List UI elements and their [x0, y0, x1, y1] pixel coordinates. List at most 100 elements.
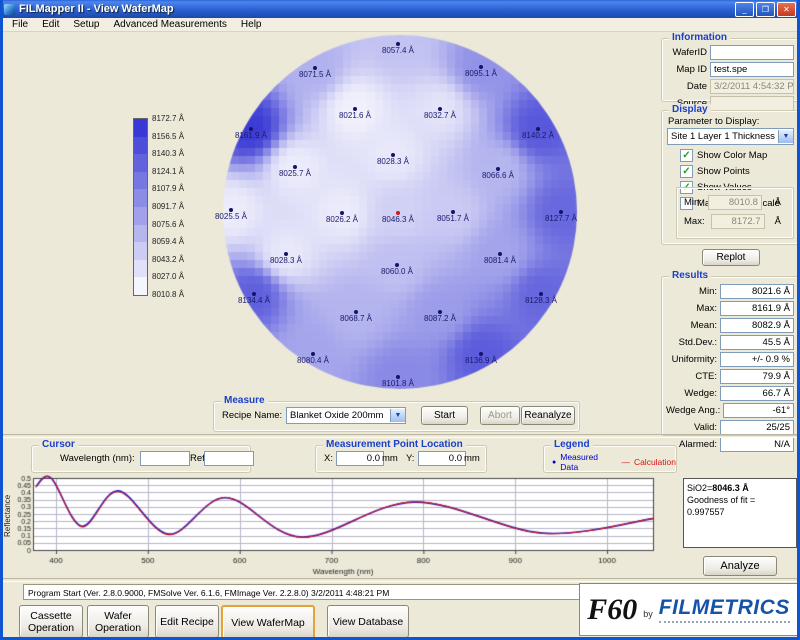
std-dev-value: 45.5 Å	[720, 335, 794, 350]
spectrum-chart[interactable]	[9, 474, 659, 576]
legend-group-label: Legend	[551, 439, 593, 450]
menu-item-edit[interactable]: Edit	[35, 19, 66, 30]
cte-label: CTE:	[666, 371, 717, 382]
footer-button-edit-recipe[interactable]: Edit Recipe	[155, 605, 219, 638]
spectrum-canvas[interactable]	[9, 474, 659, 576]
display-group: Display Parameter to Display: Site 1 Lay…	[661, 110, 800, 245]
filmapper-window: FILMapper II - View WaferMap _ ❐ ✕ FileE…	[0, 0, 800, 640]
point-value-label: 8081.4 Å	[468, 256, 532, 265]
result-row-wedge-ang: Wedge Ang.:-61°	[666, 403, 794, 418]
point-value-label: 8032.7 Å	[408, 111, 472, 120]
alarmed-value: N/A	[720, 437, 794, 452]
footer-button-view-database[interactable]: View Database	[327, 605, 409, 638]
point-value-label: 8140.2 Å	[506, 131, 570, 140]
footer-button-view-wafermap[interactable]: View WaferMap	[221, 605, 315, 640]
point-value-label: 8087.2 Å	[408, 314, 472, 323]
point-value-label: 8025.7 Å	[263, 169, 327, 178]
logo-model: F60	[587, 593, 637, 627]
point-value-label: 8101.8 Å	[366, 379, 430, 388]
footer-button-cassette-operation[interactable]: Cassette Operation	[19, 605, 83, 638]
logo-brand: FILMETRICS	[659, 596, 790, 623]
info-row-map-id: Map IDtest.spe	[666, 62, 794, 77]
fit-result-box: SiO2=8046.3 Å Goodness of fit = 0.997557	[683, 478, 797, 548]
y-unit-label: mm	[464, 453, 480, 464]
maximize-button[interactable]: ❐	[756, 2, 775, 17]
waferid-field[interactable]	[710, 45, 794, 60]
fit-thickness: 8046.3 Å	[712, 483, 749, 493]
point-value-label: 8068.7 Å	[324, 314, 388, 323]
manual-min-label: Min:	[684, 197, 702, 208]
valid-value: 25/25	[720, 420, 794, 435]
minimize-button[interactable]: _	[735, 2, 754, 17]
mpl-group-label: Measurement Point Location	[323, 439, 466, 450]
point-value-label: 8057.4 Å	[366, 46, 430, 55]
point-value-label: 8127.7 Å	[529, 214, 593, 223]
result-row-mean: Mean:8082.9 Å	[666, 318, 794, 333]
cursor-group: Cursor Wavelength (nm): Reflectance	[31, 445, 251, 473]
map-id-field[interactable]: test.spe	[710, 62, 794, 77]
show-points-checkbox[interactable]: ✓	[680, 165, 693, 178]
cursor-reflectance-field[interactable]	[204, 451, 254, 466]
y-field[interactable]: 0.0	[418, 451, 466, 466]
max-label: Max:	[666, 303, 717, 314]
y-label: Y:	[406, 453, 414, 464]
fit-material: SiO2=	[687, 483, 712, 493]
result-row-cte: CTE:79.9 Å	[666, 369, 794, 384]
point-value-label: 8128.3 Å	[509, 296, 573, 305]
menu-item-file[interactable]: File	[5, 19, 35, 30]
display-group-label: Display	[669, 104, 711, 115]
point-value-label: 8095.1 Å	[449, 69, 513, 78]
result-row-valid: Valid:25/25	[666, 420, 794, 435]
recipe-value: Blanket Oxide 200mm	[287, 410, 390, 421]
angstrom-unit-label: Å	[765, 197, 781, 208]
source-field	[710, 96, 794, 111]
replot-button[interactable]: Replot	[702, 249, 760, 266]
show-color-map-label: Show Color Map	[697, 150, 767, 161]
close-button[interactable]: ✕	[777, 2, 796, 17]
recipe-combobox[interactable]: Blanket Oxide 200mm ▼	[286, 407, 406, 424]
calculation-legend: Calculation	[634, 457, 676, 467]
start-button[interactable]: Start	[421, 406, 468, 425]
result-row-wedge: Wedge:66.7 Å	[666, 386, 794, 401]
min-label: Min:	[666, 286, 717, 297]
legend-group: Legend ● Measured Data — Calculation	[543, 445, 677, 473]
manual-max-label: Max:	[684, 216, 705, 227]
point-value-label: 8021.6 Å	[323, 111, 387, 120]
manual-min-field[interactable]: 8010.8	[708, 195, 762, 210]
waferid-label: WaferID	[666, 47, 707, 58]
point-value-label: 8066.6 Å	[466, 171, 530, 180]
checkbox-row-show-points[interactable]: ✓ Show Points	[680, 165, 795, 178]
results-group-label: Results	[669, 270, 711, 281]
map-id-label: Map ID	[666, 64, 707, 75]
show-color-map-checkbox[interactable]: ✓	[680, 149, 693, 162]
point-value-label: 8071.5 Å	[283, 70, 347, 79]
parameter-combobox[interactable]: Site 1 Layer 1 Thickness ▼	[667, 128, 794, 145]
measured-data-legend: Measured Data	[560, 452, 617, 472]
mean-value: 8082.9 Å	[720, 318, 794, 333]
reanalyze-button[interactable]: Reanalyze	[521, 406, 575, 425]
chevron-down-icon[interactable]: ▼	[390, 409, 405, 422]
parameter-to-display-label: Parameter to Display:	[668, 116, 759, 127]
result-row-alarmed: Alarmed:N/A	[666, 437, 794, 452]
date-field: 3/2/2011 4:54:32 PM	[710, 79, 794, 94]
show-points-label: Show Points	[697, 166, 750, 177]
point-value-label: 8028.3 Å	[254, 256, 318, 265]
wedge-ang-label: Wedge Ang.:	[666, 405, 720, 416]
analyze-button[interactable]: Analyze	[703, 556, 777, 576]
title-bar[interactable]: FILMapper II - View WaferMap _ ❐ ✕	[0, 0, 800, 18]
checkbox-row-show-color-map[interactable]: ✓ Show Color Map	[680, 149, 795, 162]
menu-item-setup[interactable]: Setup	[66, 19, 106, 30]
x-label: X:	[324, 453, 333, 464]
abort-button[interactable]: Abort	[480, 406, 520, 425]
cursor-wavelength-field[interactable]	[140, 451, 190, 466]
chevron-down-icon[interactable]: ▼	[778, 130, 793, 143]
point-value-label: 8136.9 Å	[449, 356, 513, 365]
manual-max-field[interactable]: 8172.7	[711, 214, 765, 229]
cursor-group-label: Cursor	[39, 439, 78, 450]
x-field[interactable]: 0.0	[336, 451, 384, 466]
result-row-max: Max:8161.9 Å	[666, 301, 794, 316]
footer-button-wafer-operation[interactable]: Wafer Operation	[87, 605, 149, 638]
wafer-map[interactable]: 8057.4 Å 8071.5 Å 8095.1 Å 8021.6 Å 8032.7 Å…	[143, 28, 653, 396]
point-value-label: 8060.0 Å	[365, 267, 429, 276]
result-row-std-dev: Std.Dev.:45.5 Å	[666, 335, 794, 350]
